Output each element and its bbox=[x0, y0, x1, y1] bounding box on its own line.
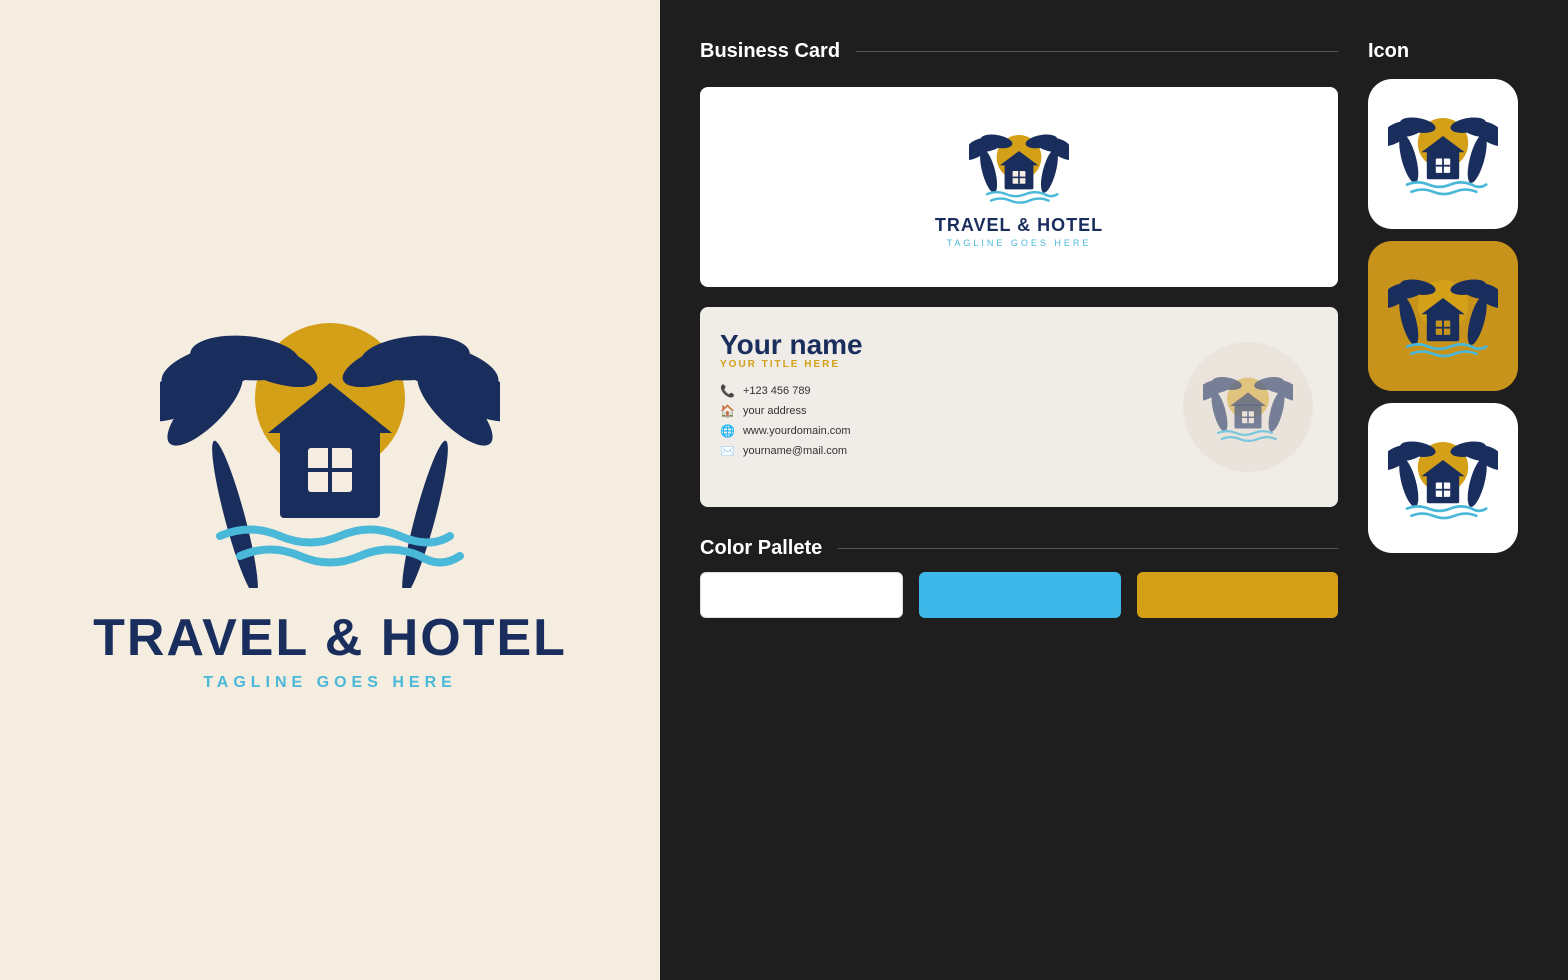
card-website-value: www.yourdomain.com bbox=[743, 425, 851, 437]
card-email: ✉️ yourname@mail.com bbox=[720, 444, 1178, 458]
logo-svg bbox=[160, 288, 500, 588]
card-front-logo-svg bbox=[969, 127, 1069, 207]
card-back-logo-svg bbox=[1203, 370, 1293, 445]
brand-name-main: TRAVEL & HOTEL bbox=[93, 612, 567, 664]
icon-white-svg bbox=[1388, 109, 1498, 199]
home-icon: 🏠 bbox=[720, 404, 735, 418]
icon-box-white bbox=[1368, 79, 1518, 229]
swatch-white bbox=[700, 572, 903, 618]
right-main-content: Business Card bbox=[700, 40, 1338, 950]
color-palette-header: Color Pallete bbox=[700, 537, 1338, 560]
icon-section: Icon bbox=[1368, 40, 1528, 950]
icon-white2-svg bbox=[1388, 433, 1498, 523]
icon-box-gold bbox=[1368, 241, 1518, 391]
swatch-gold bbox=[1137, 572, 1338, 618]
card-website: 🌐 www.yourdomain.com bbox=[720, 424, 1178, 438]
right-panel: Business Card bbox=[660, 0, 1568, 980]
business-card-back: Your name YOUR TITLE HERE 📞 +123 456 789… bbox=[700, 307, 1338, 507]
palette-divider bbox=[838, 548, 1338, 549]
icon-gold-svg bbox=[1388, 271, 1498, 361]
icon-section-title: Icon bbox=[1368, 40, 1409, 63]
business-card-front: TRAVEL & HOTEL TAGLINE GOES HERE bbox=[700, 87, 1338, 287]
section-divider bbox=[856, 51, 1338, 52]
color-palette-title: Color Pallete bbox=[700, 537, 822, 560]
icon-section-header: Icon bbox=[1368, 40, 1528, 63]
card-email-value: yourname@mail.com bbox=[743, 445, 847, 457]
tagline-main: TAGLINE GOES HERE bbox=[203, 674, 457, 692]
globe-icon: 🌐 bbox=[720, 424, 735, 438]
color-palette-section: Color Pallete bbox=[700, 537, 1338, 618]
card-title: YOUR TITLE HERE bbox=[720, 359, 1178, 370]
logo-graphic bbox=[160, 288, 500, 588]
card-back-info: Your name YOUR TITLE HERE 📞 +123 456 789… bbox=[720, 331, 1178, 483]
icon-box-white2 bbox=[1368, 403, 1518, 553]
card-front-tagline: TAGLINE GOES HERE bbox=[947, 238, 1092, 248]
card-back-logo bbox=[1178, 331, 1318, 483]
card-back-circle bbox=[1183, 342, 1313, 472]
card-front-logo bbox=[969, 127, 1069, 207]
swatch-blue bbox=[919, 572, 1120, 618]
card-phone-value: +123 456 789 bbox=[743, 385, 811, 397]
card-address: 🏠 your address bbox=[720, 404, 1178, 418]
card-front-brand: TRAVEL & HOTEL bbox=[935, 215, 1103, 236]
business-card-header: Business Card bbox=[700, 40, 1338, 63]
left-panel: TRAVEL & HOTEL TAGLINE GOES HERE bbox=[0, 0, 660, 980]
card-phone: 📞 +123 456 789 bbox=[720, 384, 1178, 398]
main-logo: TRAVEL & HOTEL TAGLINE GOES HERE bbox=[93, 288, 567, 692]
email-icon: ✉️ bbox=[720, 444, 735, 458]
phone-icon: 📞 bbox=[720, 384, 735, 398]
business-card-title: Business Card bbox=[700, 40, 840, 63]
palette-swatches bbox=[700, 572, 1338, 618]
card-address-value: your address bbox=[743, 405, 807, 417]
card-name: Your name bbox=[720, 331, 1178, 359]
